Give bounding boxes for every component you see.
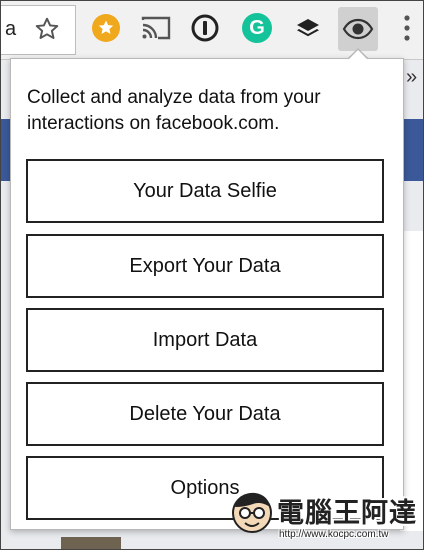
cast-icon[interactable] [139,13,173,43]
watermark: 電腦王阿達 http://www.kocpc.com.tw [229,487,423,549]
watermark-title: 電腦王阿達 [277,498,417,529]
your-data-selfie-button[interactable]: Your Data Selfie [26,159,384,223]
delete-your-data-button[interactable]: Delete Your Data [26,382,384,446]
grammarly-icon[interactable]: G [242,13,272,43]
buffer-layers-icon[interactable] [293,14,323,44]
popup-arrow [348,50,368,60]
eye-extension-icon[interactable] [338,7,378,51]
import-data-button[interactable]: Import Data [26,308,384,372]
popup-description: Collect and analyze data from your inter… [27,87,321,134]
watermark-url: http://www.kocpc.com.tw [279,529,389,540]
background-thumbnail [61,537,121,549]
export-your-data-button[interactable]: Export Your Data [26,234,384,298]
extension-popup: Collect and analyze data from your inter… [10,58,404,530]
chrome-menu-icon[interactable] [397,11,417,45]
bookmarks-overflow-chevron[interactable]: » [406,66,417,89]
screenshot-frame: » a G Collect and analyze data from your… [0,0,424,550]
watermark-mascot-icon [229,489,275,535]
favorites-extension-icon[interactable] [92,14,120,42]
address-bar-text: a [5,18,17,40]
1password-icon[interactable] [190,13,220,43]
bookmark-star-icon[interactable] [33,15,61,43]
